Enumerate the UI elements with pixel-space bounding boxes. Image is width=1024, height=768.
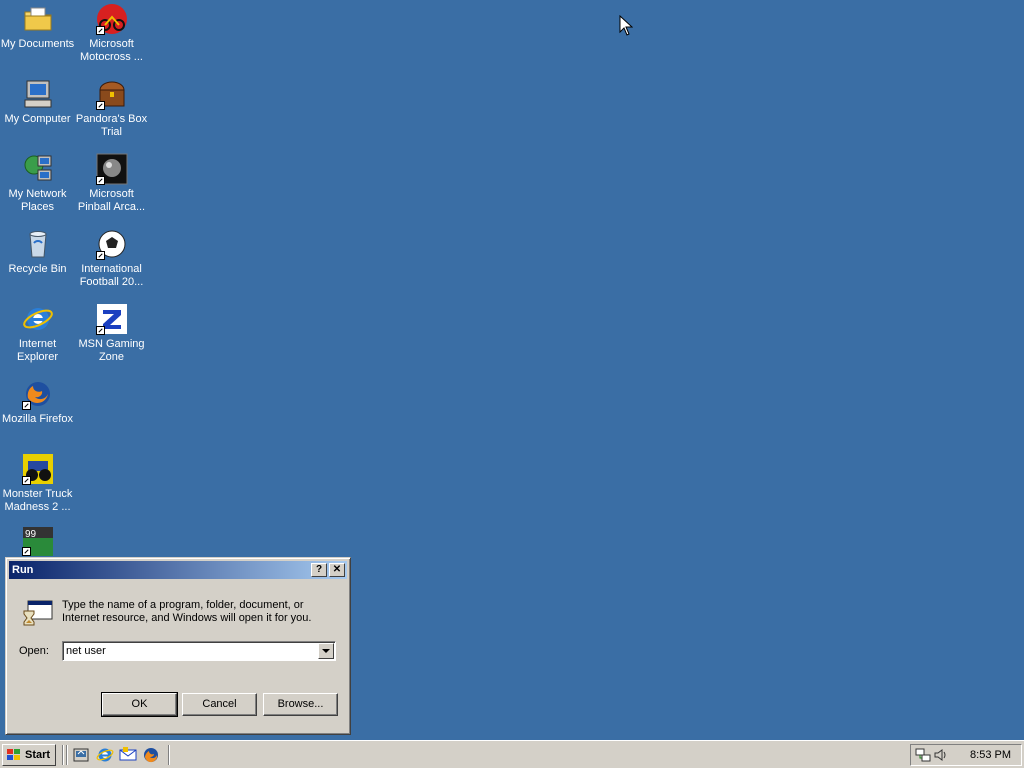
open-combobox[interactable] [62,641,336,661]
desktop-icon-label: Microsoft Pinball Arca... [77,188,146,213]
dialog-titlebar[interactable]: Run ? ✕ [9,561,347,579]
run-icon [23,600,53,626]
taskbar: Start 8:53 PM [0,740,1024,768]
desktop-icon-label: My Computer [4,113,71,125]
network-icon [22,153,54,185]
desktop-icon-label: Pandora's Box Trial [75,113,148,138]
desktop-icon-monster-truck[interactable]: Monster Truck Madness 2 ... [0,453,75,514]
desktop-icon-msn-gaming-zone[interactable]: MSN Gaming Zone [74,303,149,364]
dialog-title: Run [12,564,34,576]
monster-truck-icon [21,453,54,485]
start-label: Start [25,749,51,761]
ok-button[interactable]: OK [101,692,178,717]
chevron-down-icon[interactable] [318,643,334,659]
run-dialog: Run ? ✕ Type the name of a program, fold… [5,557,351,735]
shortcut-arrow-icon [95,176,105,185]
desktop-icon-label: Monster Truck Madness 2 ... [2,488,73,513]
firefox-icon[interactable] [142,746,160,764]
windows-logo-icon [7,749,20,760]
desktop-icon-my-network-places[interactable]: My Network Places [0,153,75,214]
desktop-icon-label: MSN Gaming Zone [78,338,145,363]
browse-button[interactable]: Browse... [263,693,338,716]
outlook-icon[interactable] [119,746,137,764]
help-button[interactable]: ? [311,563,327,577]
desktop-icon-pandoras-box[interactable]: Pandora's Box Trial [74,78,149,139]
desktop-icon-mozilla-firefox[interactable]: Mozilla Firefox [0,378,75,426]
taskbar-separator [168,745,170,765]
ie-icon [22,303,54,335]
taskbar-separator [62,745,64,765]
taskbar-separator [66,745,68,765]
football-icon [95,228,128,260]
folder-documents-icon [22,3,54,35]
volume-icon[interactable] [933,747,949,763]
desktop-icon-recycle-bin[interactable]: Recycle Bin [0,228,75,276]
close-button[interactable]: ✕ [329,563,345,577]
network-tray-icon[interactable] [915,747,931,763]
desktop-icon-label: Internet Explorer [17,338,58,363]
shortcut-arrow-icon [95,26,105,35]
desktop-icon-label: Recycle Bin [8,263,67,275]
msn-zone-icon [95,303,128,335]
cancel-button[interactable]: Cancel [182,693,257,716]
dialog-description: Type the name of a program, folder, docu… [62,599,312,624]
desktop-icon-label: Microsoft Motocross ... [80,38,143,63]
motocross-icon [95,3,128,35]
desktop-icon-label: My Documents [0,38,75,50]
shortcut-arrow-icon [21,547,31,556]
desktop-icon-label: Mozilla Firefox [2,413,73,425]
ie-icon[interactable] [96,746,114,764]
desktop-icon-partial[interactable]: 99 [0,526,75,559]
shortcut-arrow-icon [95,101,105,110]
shortcut-arrow-icon [21,401,31,410]
computer-icon [22,78,54,110]
desktop-icon-my-computer[interactable]: My Computer [0,78,75,126]
desktop-icon-label: International Football 20... [79,263,144,288]
svg-text:99: 99 [25,529,37,540]
desktop-icon-motocross[interactable]: Microsoft Motocross ... [74,3,149,64]
desktop-icon-my-documents[interactable]: My Documents [0,3,75,51]
clock[interactable]: 8:53 PM [970,749,1011,761]
start-button[interactable]: Start [2,744,56,766]
pinball-icon [95,153,128,185]
open-label: Open: [19,645,49,657]
desktop-icon-pinball[interactable]: Microsoft Pinball Arca... [74,153,149,214]
mouse-cursor-icon [619,15,633,36]
shortcut-arrow-icon [21,476,31,485]
desktop-icon-label: My Network Places [8,188,67,213]
desktop-icon-international-football[interactable]: International Football 20... [74,228,149,289]
firefox-icon [21,378,54,410]
game-icon: 99 [21,526,54,556]
open-input[interactable] [66,643,314,659]
treasure-box-icon [95,78,128,110]
show-desktop-icon[interactable] [72,746,90,764]
recycle-bin-icon [22,228,54,260]
desktop-icon-internet-explorer[interactable]: Internet Explorer [0,303,75,364]
shortcut-arrow-icon [95,326,105,335]
shortcut-arrow-icon [95,251,105,260]
system-tray: 8:53 PM [910,744,1022,766]
